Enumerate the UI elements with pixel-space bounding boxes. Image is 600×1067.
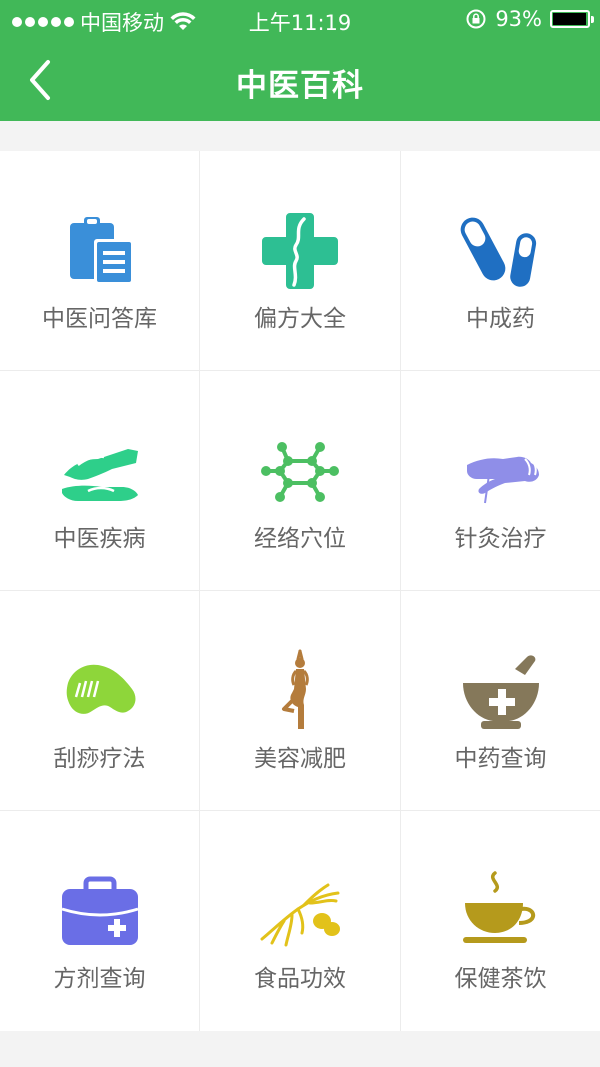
navigation-bar: 中医百科 bbox=[0, 40, 600, 121]
grid-item-label: 方剂查询 bbox=[53, 966, 146, 992]
acupuncture-hand-icon bbox=[459, 429, 543, 513]
header-bar: 中国移动 上午11:19 93% 中医百科 bbox=[0, 0, 600, 121]
medical-kit-icon bbox=[58, 869, 142, 953]
grid-item-acupuncture[interactable]: 针灸治疗 bbox=[401, 371, 600, 591]
battery-percent: 93% bbox=[495, 7, 542, 31]
grid-item-health-tea[interactable]: 保健茶饮 bbox=[401, 811, 600, 1031]
massage-hands-icon bbox=[58, 429, 142, 513]
grid-item-prescription-lookup[interactable]: 方剂查询 bbox=[0, 811, 200, 1031]
chevron-left-icon bbox=[30, 60, 50, 100]
gua-sha-scraper-icon bbox=[58, 649, 142, 733]
pills-icon bbox=[459, 209, 543, 293]
clipboard-icon bbox=[58, 209, 142, 293]
grid-item-label: 刮痧疗法 bbox=[53, 746, 146, 772]
medical-cross-face-icon bbox=[258, 209, 342, 293]
grid-item-label: 美容减肥 bbox=[254, 746, 346, 772]
grid-item-food-efficacy[interactable]: 食品功效 bbox=[200, 811, 401, 1031]
back-button[interactable] bbox=[18, 54, 68, 106]
status-right: 93% bbox=[465, 7, 594, 31]
grid-item-meridian-points[interactable]: 经络穴位 bbox=[200, 371, 401, 591]
mortar-pestle-icon bbox=[459, 649, 543, 733]
grid-item-patent-medicine[interactable]: 中成药 bbox=[401, 151, 600, 371]
grid-item-label: 食品功效 bbox=[254, 966, 346, 992]
grid-item-tcm-diseases[interactable]: 中医疾病 bbox=[0, 371, 200, 591]
grid-item-label: 经络穴位 bbox=[254, 526, 346, 552]
page-title: 中医百科 bbox=[236, 68, 364, 104]
grid-item-label: 中医疾病 bbox=[53, 526, 146, 552]
grid-item-label: 中医问答库 bbox=[42, 306, 157, 332]
status-bar: 中国移动 上午11:19 93% bbox=[0, 0, 600, 40]
grid-item-label: 中成药 bbox=[466, 306, 535, 332]
tea-cup-icon bbox=[459, 869, 543, 953]
grid-item-qa-library[interactable]: 中医问答库 bbox=[0, 151, 200, 371]
grid-item-label: 保健茶饮 bbox=[454, 966, 547, 992]
ginseng-icon bbox=[258, 869, 342, 953]
grid-item-label: 针灸治疗 bbox=[454, 526, 547, 552]
grid-item-herb-lookup[interactable]: 中药查询 bbox=[401, 591, 600, 811]
grid-item-gua-sha[interactable]: 刮痧疗法 bbox=[0, 591, 200, 811]
rotation-lock-icon bbox=[466, 9, 486, 29]
meridian-points-icon bbox=[258, 429, 342, 513]
grid-item-label: 偏方大全 bbox=[254, 306, 346, 332]
grid-item-folk-remedies[interactable]: 偏方大全 bbox=[200, 151, 401, 371]
battery-icon bbox=[550, 10, 594, 28]
yoga-figure-icon bbox=[258, 649, 342, 733]
grid-item-beauty-slimming[interactable]: 美容减肥 bbox=[200, 591, 401, 811]
feature-grid: 中医问答库 偏方大全 中成药 中医疾病 经络穴位 针灸治疗 刮痧疗法 美容减肥 … bbox=[0, 151, 600, 1031]
grid-item-label: 中药查询 bbox=[454, 746, 547, 772]
